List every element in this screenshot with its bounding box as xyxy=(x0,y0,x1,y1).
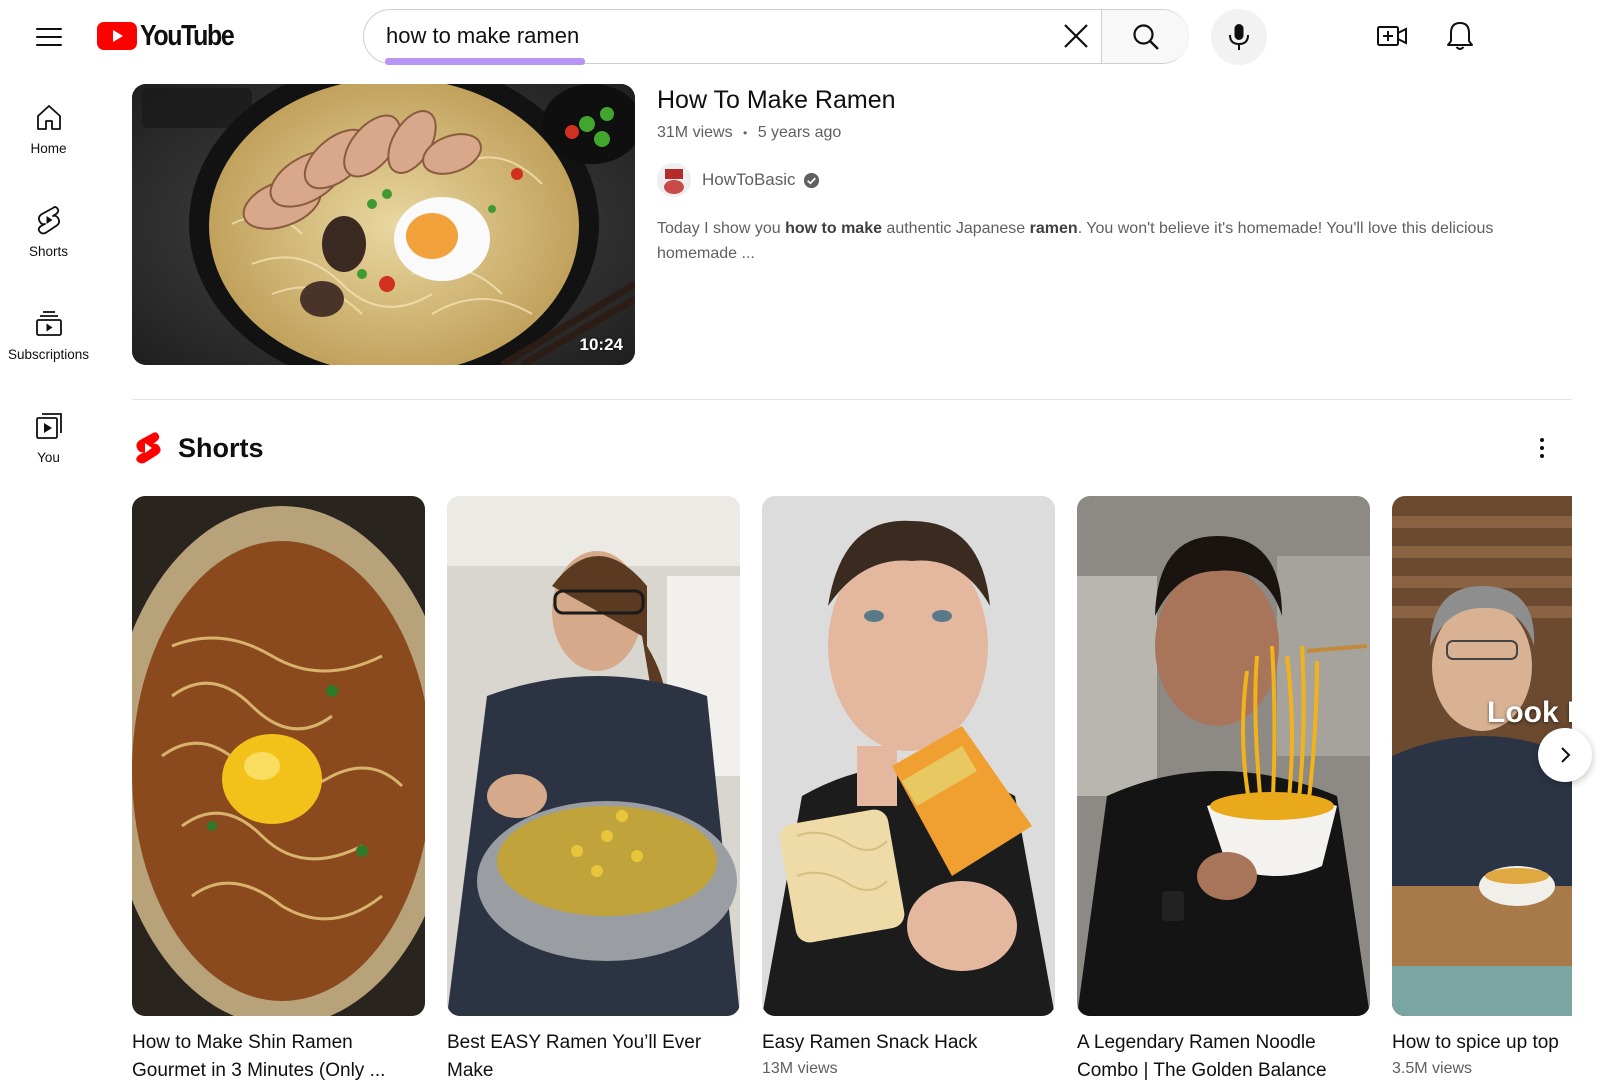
sidebar-item-home[interactable]: Home xyxy=(0,88,97,191)
short-thumbnail[interactable] xyxy=(132,496,425,1016)
ramen-snack-hack-image xyxy=(762,496,1055,1016)
short-views: 13M views xyxy=(762,1060,838,1077)
channel-link[interactable]: HowToBasic xyxy=(657,163,820,197)
top-bar: YouTube xyxy=(0,0,1600,72)
meta-separator: • xyxy=(743,126,748,140)
short-views: 3.5M views xyxy=(1392,1060,1473,1077)
shin-ramen-pot-image xyxy=(132,496,425,1016)
shorts-logo-icon xyxy=(136,432,161,464)
clear-search-icon[interactable] xyxy=(1056,17,1096,57)
home-icon xyxy=(36,105,61,130)
shorts-next-button[interactable] xyxy=(1538,728,1592,782)
you-icon xyxy=(35,413,62,439)
verified-badge-icon xyxy=(803,172,819,188)
microphone-icon xyxy=(1229,24,1249,50)
sidebar-item-label: Home xyxy=(30,141,67,156)
channel-name: HowToBasic xyxy=(702,170,796,189)
subscriptions-icon xyxy=(35,311,62,336)
search-button[interactable] xyxy=(1101,10,1189,63)
sidebar-item-label: Subscriptions xyxy=(7,347,90,362)
noodle-combo-image xyxy=(1077,496,1370,1016)
description-part: authentic Japanese xyxy=(881,220,1030,237)
short-overlay-text: Look L xyxy=(1487,696,1572,729)
sidebar-item-label: You xyxy=(37,450,60,465)
create-video-icon xyxy=(1377,26,1407,46)
bell-icon xyxy=(1447,22,1473,50)
ramen-bowl-image xyxy=(132,84,635,365)
short-title[interactable]: Best EASY Ramen You’ll Ever Make xyxy=(447,1029,740,1082)
video-duration: 10:24 xyxy=(579,335,623,354)
voice-search-button[interactable] xyxy=(1211,9,1267,65)
create-video-button[interactable] xyxy=(1372,16,1412,56)
sidebar-item-subscriptions[interactable]: Subscriptions xyxy=(0,294,97,397)
search-input[interactable] xyxy=(386,10,1036,62)
sidebar-item-label: Shorts xyxy=(28,244,69,259)
shorts-section-title: Shorts xyxy=(178,432,264,463)
short-thumbnail[interactable] xyxy=(1077,496,1370,1016)
short-title[interactable]: How to spice up top xyxy=(1392,1029,1572,1057)
video-meta: 31M views • 5 years ago xyxy=(657,124,841,142)
description-keyword: ramen xyxy=(1029,220,1078,237)
sidebar: Home Shorts Subscriptions You xyxy=(0,88,97,500)
more-options-icon[interactable] xyxy=(1526,430,1558,466)
search-icon xyxy=(1132,23,1159,50)
video-description: Today I show you how to make authentic J… xyxy=(657,216,1537,266)
channel-avatar xyxy=(657,163,691,197)
video-age: 5 years ago xyxy=(757,124,842,141)
hamburger-menu-icon[interactable] xyxy=(30,18,66,54)
short-card[interactable]: Easy Ramen Snack Hack 13M views xyxy=(762,496,1055,1078)
short-thumbnail[interactable] xyxy=(762,496,1055,1016)
video-title[interactable]: How To Make Ramen xyxy=(657,86,896,115)
shorts-section-header: Shorts xyxy=(132,428,264,468)
short-thumbnail[interactable] xyxy=(447,496,740,1016)
short-card[interactable]: Best EASY Ramen You’ll Ever Make xyxy=(447,496,740,1082)
video-views: 31M views xyxy=(657,124,733,141)
description-keyword: how to make xyxy=(785,220,882,237)
short-title[interactable]: A Legendary Ramen Noodle Combo | The Gol… xyxy=(1077,1029,1370,1082)
search-highlight xyxy=(385,58,585,65)
description-part: Today I show you xyxy=(657,220,786,237)
shorts-icon xyxy=(37,206,60,235)
short-card[interactable]: How to Make Shin Ramen Gourmet in 3 Minu… xyxy=(132,496,425,1082)
chevron-right-icon xyxy=(1561,747,1571,763)
short-title[interactable]: How to Make Shin Ramen Gourmet in 3 Minu… xyxy=(132,1029,425,1082)
youtube-play-icon xyxy=(97,22,137,50)
section-divider xyxy=(132,399,1572,400)
short-title[interactable]: Easy Ramen Snack Hack xyxy=(762,1029,1055,1057)
youtube-logo[interactable]: YouTube xyxy=(97,20,249,52)
cook-with-pot-image xyxy=(447,496,740,1016)
short-card[interactable]: A Legendary Ramen Noodle Combo | The Gol… xyxy=(1077,496,1370,1082)
sidebar-item-you[interactable]: You xyxy=(0,397,97,500)
shorts-shelf: How to Make Shin Ramen Gourmet in 3 Minu… xyxy=(132,496,1572,1082)
video-thumbnail[interactable]: 10:24 xyxy=(132,84,635,365)
sidebar-item-shorts[interactable]: Shorts xyxy=(0,191,97,294)
short-card[interactable]: Look L How to spice up top 3.5M views xyxy=(1392,496,1572,1078)
notifications-button[interactable] xyxy=(1440,16,1480,56)
logo-text: YouTube xyxy=(140,19,235,52)
